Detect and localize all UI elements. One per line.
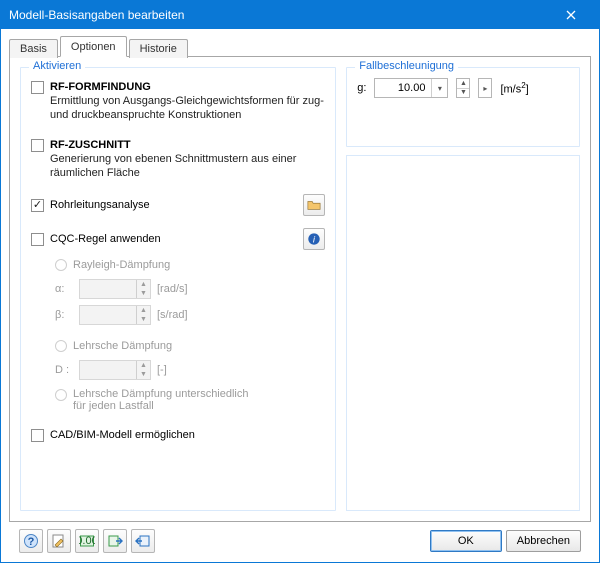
title-bar: Modell-Basisangaben bearbeiten [1,1,599,29]
input-g[interactable] [375,79,431,97]
label-lehr: Lehrsche Dämpfung [73,340,172,352]
checkbox-cadbim[interactable] [31,429,44,442]
label-cqc: CQC-Regel anwenden [50,233,161,245]
group-aktivieren-title: Aktivieren [29,60,85,72]
tab-optionen[interactable]: Optionen [60,36,127,57]
pencil-icon [51,533,67,549]
input-alpha: ▲▼ [79,279,151,299]
label-zuschnitt: RF-ZUSCHNITT [50,139,131,151]
preview-panel [346,155,580,511]
info-icon: i [307,232,321,246]
chevron-up-icon: ▲ [137,280,150,289]
group-fallbeschleunigung-title: Fallbeschleunigung [355,60,458,72]
cqc-info-button[interactable]: i [303,228,325,250]
chevron-down-icon[interactable]: ▼ [457,88,469,98]
cancel-button[interactable]: Abbrechen [506,530,581,552]
export-icon [107,533,123,549]
radio-rayleigh [55,259,67,271]
chevron-up-icon[interactable]: ▲ [457,79,469,88]
tab-historie[interactable]: Historie [129,39,188,58]
label-g: g: [357,82,366,94]
close-icon [566,10,576,20]
desc-zuschnitt: Generierung von ebenen Schnittmustern au… [50,153,296,179]
checkbox-rohrleitungsanalyse[interactable] [31,199,44,212]
input-beta: ▲▼ [79,305,151,325]
help-icon: ? [23,533,39,549]
chevron-up-icon: ▲ [137,306,150,315]
label-beta: β: [55,309,73,321]
chevron-down-icon: ▼ [137,370,150,379]
radio-lehr-per-lc [55,389,67,401]
units-icon: 0.00 [79,533,95,549]
label-formfindung: RF-FORMFINDUNG [50,81,151,93]
label-cadbim: CAD/BIM-Modell ermöglichen [50,429,195,441]
import-button[interactable] [131,529,155,553]
close-button[interactable] [551,1,591,29]
group-aktivieren: Aktivieren RF-FORMFINDUNG Ermittlung von… [20,67,336,511]
help-button[interactable]: ? [19,529,43,553]
unit-g: [m/s2] [500,81,528,96]
menu-g-button[interactable]: ▸ [478,78,492,98]
chevron-down-icon: ▼ [137,289,150,298]
window-title: Modell-Basisangaben bearbeiten [9,8,551,22]
rohrleitung-settings-button[interactable] [303,194,325,216]
radio-lehr [55,340,67,352]
chevron-down-icon: ▼ [137,315,150,324]
svg-text:?: ? [28,536,35,548]
spinner-g[interactable]: ▲ ▼ [456,78,470,98]
input-alpha-field [80,280,136,298]
dropdown-g-icon[interactable]: ▾ [431,79,447,97]
label-rohrleitungsanalyse: Rohrleitungsanalyse [50,199,150,211]
unit-d: [-] [157,364,167,376]
checkbox-cqc[interactable] [31,233,44,246]
tab-basis[interactable]: Basis [9,39,58,58]
unit-beta: [s/rad] [157,309,188,321]
checkbox-zuschnitt[interactable] [31,139,44,152]
input-d: ▲▼ [79,360,151,380]
label-d: D : [55,364,73,376]
edit-button[interactable] [47,529,71,553]
ok-button[interactable]: OK [430,530,502,552]
select-g[interactable]: ▾ [374,78,448,98]
import-icon [135,533,151,549]
svg-text:0.00: 0.00 [79,535,95,547]
group-fallbeschleunigung: Fallbeschleunigung g: ▾ ▲ ▼ ▸ [m/s2] [346,67,580,147]
label-alpha: α: [55,283,73,295]
label-lehr-per-lc: Lehrsche Dämpfung unterschiedlich für je… [73,388,253,412]
checkbox-formfindung[interactable] [31,81,44,94]
unit-alpha: [rad/s] [157,283,188,295]
label-rayleigh: Rayleigh-Dämpfung [73,259,170,271]
input-beta-field [80,306,136,324]
tab-strip: Basis Optionen Historie [9,35,591,57]
dialog-footer: ? 0.00 OK Abbrechen [9,522,591,562]
input-d-field [80,361,136,379]
units-button[interactable]: 0.00 [75,529,99,553]
export-button[interactable] [103,529,127,553]
desc-formfindung: Ermittlung von Ausgangs-Gleichgewichtsfo… [50,95,324,121]
folder-icon [307,198,321,212]
tab-panel-optionen: Aktivieren RF-FORMFINDUNG Ermittlung von… [9,56,591,522]
chevron-up-icon: ▲ [137,361,150,370]
